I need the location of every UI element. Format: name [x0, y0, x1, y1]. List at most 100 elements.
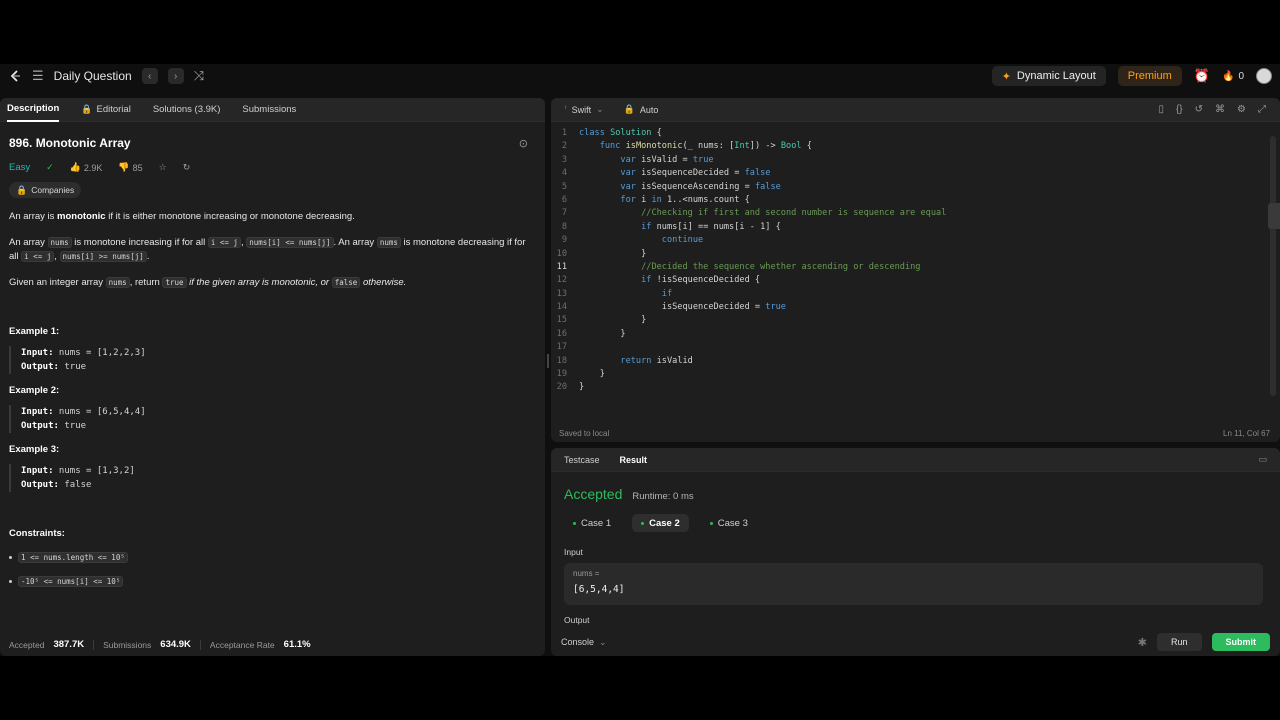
code-line[interactable]: 2 func isMonotonic(_ nums: [Int]) -> Boo… — [551, 141, 1280, 154]
next-question-icon[interactable]: › — [167, 68, 184, 84]
code-line[interactable]: 11 //Decided the sequence whether ascend… — [551, 262, 1280, 275]
line-number: 10 — [556, 248, 567, 259]
line-number: 11 — [556, 261, 567, 272]
submit-button[interactable]: Submit — [1211, 633, 1270, 651]
case-1-tab[interactable]: Case 1 — [564, 514, 620, 532]
alarm-clock-icon[interactable]: ⏰ — [1194, 68, 1210, 84]
like-count: 2.9K — [83, 162, 103, 173]
output-value: true — [58, 362, 87, 372]
code-line[interactable]: 19 } — [551, 369, 1280, 382]
code-line[interactable]: 12 if !isSequenceDecided { — [551, 275, 1280, 288]
bookmark-icon[interactable]: ▯ — [1158, 104, 1164, 115]
text: Given an integer array — [9, 277, 106, 288]
shortcuts-icon[interactable]: ⌘ — [1215, 104, 1225, 115]
run-button[interactable]: Run — [1156, 633, 1202, 651]
code-line[interactable]: 7 //Checking if first and second number … — [551, 208, 1280, 221]
line-number: 6 — [561, 194, 567, 205]
code-line[interactable]: 13 if — [551, 289, 1280, 302]
fullscreen-icon[interactable]: ⤢ — [1258, 104, 1266, 115]
tab-solutions[interactable]: Solutions (3.9K) — [153, 98, 221, 122]
code-line[interactable]: 10 } — [551, 249, 1280, 262]
leetcode-logo-icon[interactable] — [8, 69, 22, 83]
companies-button[interactable]: 🔒 Companies — [9, 182, 82, 198]
constraint-item: 1 <= nums.length <= 10⁵ — [9, 552, 536, 563]
input-value: nums = [1,3,2] — [53, 466, 135, 476]
editor-toolbar: ⁱ Swift ⌄ 🔒 Auto ▯ {} ↺ ⌘ ⚙ ⤢ — [551, 98, 1280, 122]
language-selector[interactable]: ⁱ Swift ⌄ — [565, 104, 604, 115]
collapse-panel-icon[interactable]: ▭ — [1258, 454, 1267, 465]
dislike-button[interactable]: 👎 85 — [118, 162, 142, 173]
panel-resize-handle[interactable] — [547, 354, 549, 368]
side-drawer-handle[interactable] — [1268, 203, 1280, 229]
saved-status: Saved to local — [559, 429, 610, 438]
dynamic-layout-label: Dynamic Layout — [1016, 70, 1096, 82]
favorite-star-icon[interactable]: ☆ — [159, 162, 167, 173]
case-tabs: Case 1 Case 2 Case 3 — [551, 502, 1280, 532]
code-line[interactable]: 9 continue — [551, 235, 1280, 248]
more-options-icon[interactable]: ⊙ — [519, 137, 528, 150]
like-button[interactable]: 👍 2.9K — [70, 162, 103, 173]
reset-icon[interactable]: ↺ — [1195, 104, 1203, 115]
code-line[interactable]: 4 var isSequenceDecided = false — [551, 168, 1280, 181]
line-number: 13 — [556, 288, 567, 299]
code-text: } — [579, 369, 605, 380]
user-avatar[interactable] — [1256, 68, 1272, 84]
output-value: true — [58, 421, 87, 431]
input-label: Input: — [21, 407, 54, 417]
console-toggle[interactable]: Console ⌄ — [561, 637, 607, 648]
code-line[interactable]: 3 var isValid = true — [551, 155, 1280, 168]
tab-testcase[interactable]: Testcase — [564, 455, 600, 465]
constraint-text: 1 <= nums.length <= 10⁵ — [18, 552, 128, 563]
line-number: 1 — [561, 128, 567, 138]
problem-list-icon[interactable]: ☰ — [32, 68, 44, 84]
shuffle-icon[interactable]: ⤨ — [194, 68, 204, 84]
example-title: Example 3: — [9, 444, 60, 455]
code-text: func isMonotonic(_ nums: [Int]) -> Bool … — [599, 141, 812, 152]
dynamic-layout-button[interactable]: ✦ Dynamic Layout — [991, 66, 1106, 86]
share-icon[interactable]: ↻ — [183, 162, 191, 173]
editor-scrollbar[interactable] — [1270, 136, 1276, 396]
code-line[interactable]: 18 return isValid — [551, 356, 1280, 369]
accepted-count: 387.7K — [53, 639, 85, 650]
tab-editorial[interactable]: 🔒 Editorial — [81, 98, 131, 122]
code-editor[interactable]: 1 class Solution {2 func isMonotonic(_ nu… — [551, 122, 1280, 396]
code-line[interactable]: 16 } — [551, 329, 1280, 342]
premium-button[interactable]: Premium — [1117, 66, 1182, 86]
case-3-tab[interactable]: Case 3 — [701, 514, 757, 532]
tab-result[interactable]: Result — [620, 455, 648, 465]
code-text: if nums[i] == nums[i - 1] { — [641, 221, 781, 232]
debug-bug-icon[interactable]: ✱ — [1138, 636, 1147, 649]
code-line[interactable]: 14 isSequenceDecided = true — [551, 302, 1280, 315]
code-line[interactable]: 1 class Solution { — [551, 128, 1280, 141]
format-braces-icon[interactable]: {} — [1176, 104, 1183, 115]
case-2-tab[interactable]: Case 2 — [632, 514, 689, 532]
code-line[interactable]: 5 var isSequenceAscending = false — [551, 182, 1280, 195]
code-line[interactable]: 17 — [551, 342, 1280, 355]
code-chip: i <= j — [207, 237, 241, 248]
result-tabs: Testcase Result ▭ — [551, 448, 1280, 472]
code-line[interactable]: 8 if nums[i] == nums[i - 1] { — [551, 222, 1280, 235]
output-value: false — [58, 480, 92, 490]
example-block: Input: nums = [6,5,4,4] Output: true — [9, 405, 536, 433]
line-number: 9 — [561, 235, 567, 246]
code-chip: nums — [376, 237, 401, 248]
streak-fire-icon[interactable]: 🔥 0 — [1222, 71, 1244, 82]
code-chip: nums[i] <= nums[j] — [246, 237, 334, 248]
code-line[interactable]: 15 } — [551, 315, 1280, 328]
tab-description[interactable]: Description — [7, 98, 60, 122]
code-line[interactable]: 20} — [551, 382, 1280, 395]
line-number: 12 — [556, 275, 567, 286]
line-number: 17 — [556, 342, 567, 353]
daily-question-title[interactable]: Daily Question — [54, 69, 132, 83]
line-number: 7 — [561, 208, 567, 219]
text: if the given array is monotonic, or — [186, 277, 332, 288]
prev-question-icon[interactable]: ‹ — [141, 68, 158, 84]
code-text: continue — [661, 235, 704, 246]
divider — [199, 639, 201, 650]
problem-title[interactable]: 896. Monotonic Array — [9, 136, 131, 150]
settings-gear-icon[interactable]: ⚙ — [1237, 104, 1246, 115]
line-number: 2 — [561, 141, 567, 152]
mode-selector[interactable]: 🔒 Auto — [624, 104, 659, 115]
tab-submissions[interactable]: Submissions — [242, 98, 296, 122]
code-line[interactable]: 6 for i in 1..<nums.count { — [551, 195, 1280, 208]
